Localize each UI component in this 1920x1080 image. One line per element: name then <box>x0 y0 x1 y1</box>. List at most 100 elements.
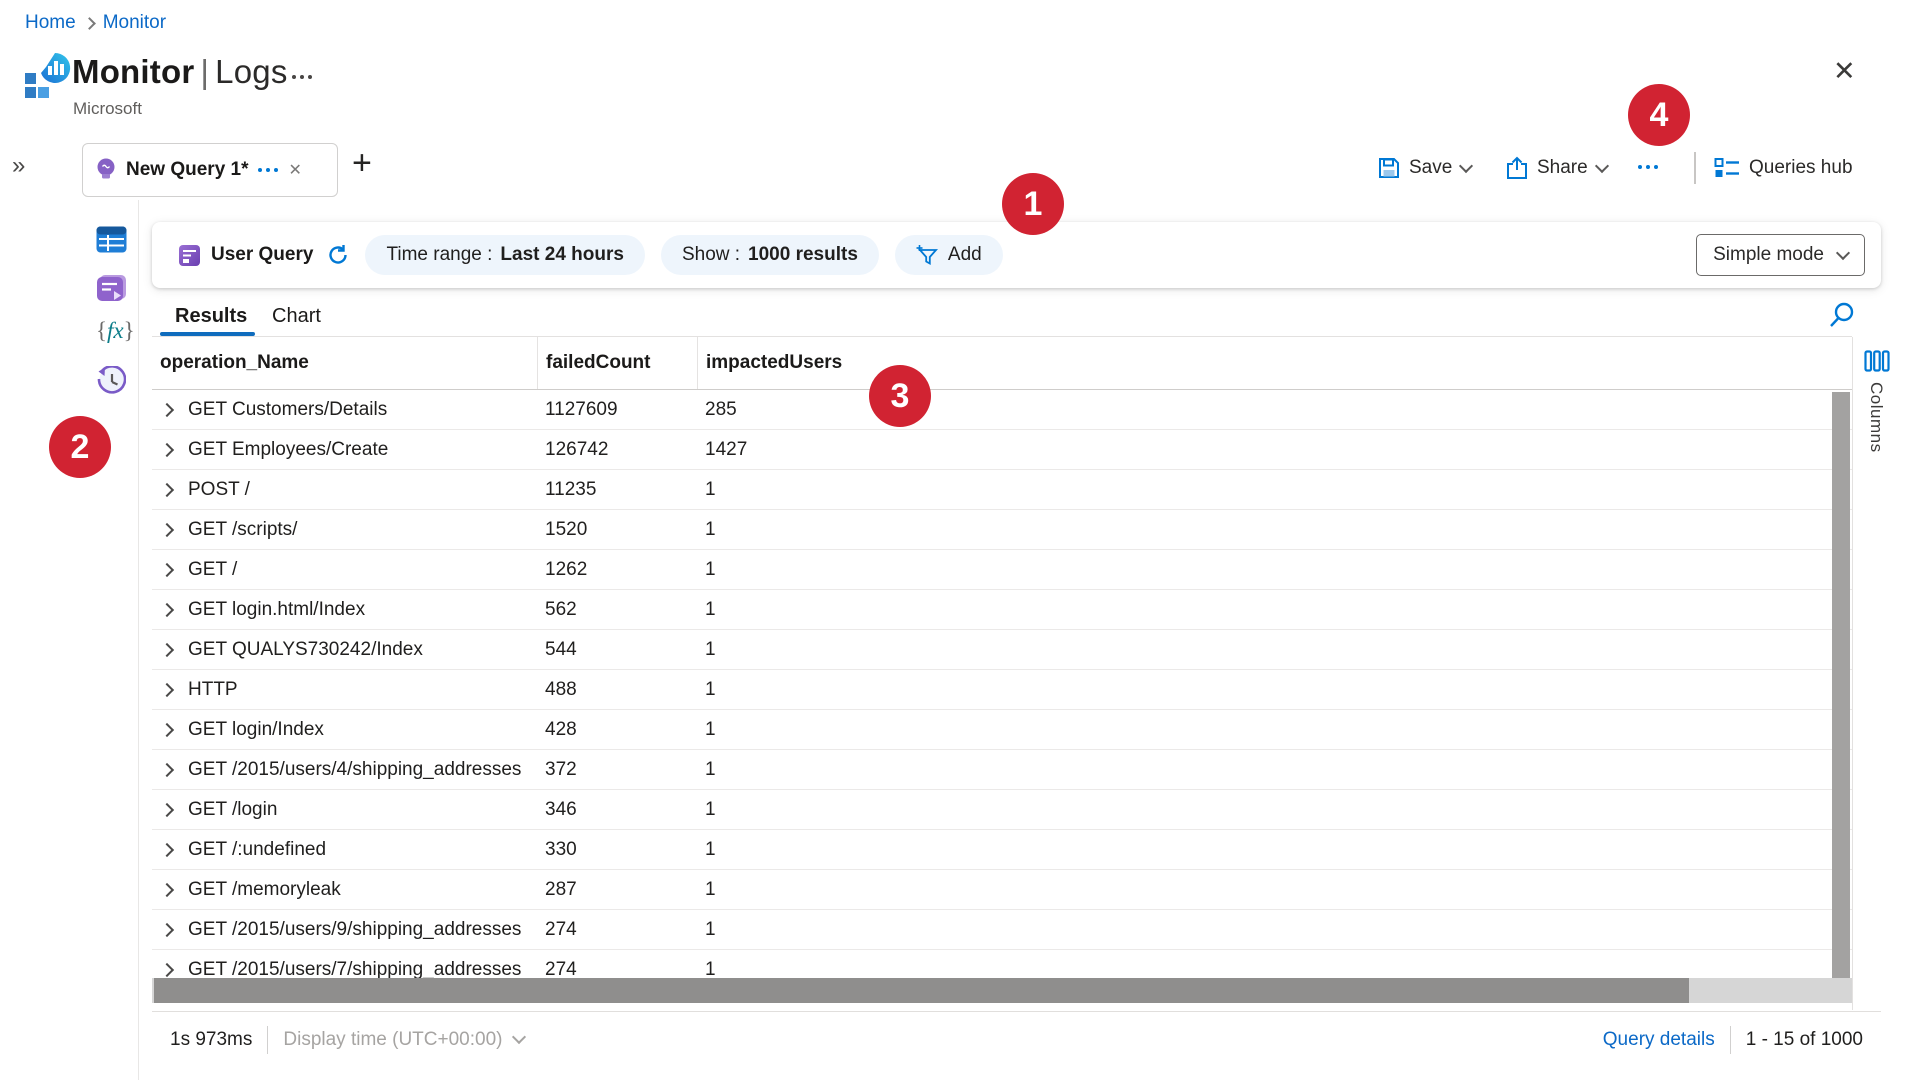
horizontal-scrollbar-thumb[interactable] <box>154 978 1689 1003</box>
add-filter-pill[interactable]: Add <box>895 235 1003 275</box>
cell-operation-name: GET Employees/Create <box>188 439 388 461</box>
tables-icon <box>96 226 127 253</box>
sidebar-item-query-history[interactable] <box>96 366 126 401</box>
table-row[interactable]: HTTP 488 1 <box>152 670 1852 710</box>
column-header-failedcount[interactable]: failedCount <box>537 337 697 389</box>
row-expand-chevron-icon[interactable] <box>160 962 174 976</box>
page-more-icon[interactable] <box>292 75 312 79</box>
column-header-impactedusers[interactable]: impactedUsers <box>697 337 1852 389</box>
row-expand-chevron-icon[interactable] <box>160 922 174 936</box>
table-row[interactable]: GET Customers/Details 1127609 285 <box>152 390 1852 430</box>
close-blade-icon[interactable]: ✕ <box>1833 58 1856 85</box>
toolbar-more-icon[interactable] <box>1638 165 1658 169</box>
sidebar-item-functions[interactable] <box>96 318 135 344</box>
save-chevron-down-icon <box>1459 158 1473 172</box>
table-row[interactable]: GET /2015/users/4/shipping_addresses 372… <box>152 750 1852 790</box>
query-tab-label: New Query 1* <box>126 159 249 181</box>
history-clock-icon <box>96 366 126 396</box>
tab-chart[interactable]: Chart <box>272 305 321 328</box>
collapse-panel-icon[interactable]: » <box>12 152 25 180</box>
cell-impacted-users: 1427 <box>697 439 1852 461</box>
annotation-badge-2: 2 <box>49 416 111 478</box>
cell-operation-name: GET /2015/users/9/shipping_addresses <box>188 919 521 941</box>
row-expand-chevron-icon[interactable] <box>160 602 174 616</box>
queries-hub-label: Queries hub <box>1749 157 1853 179</box>
sidebar-item-tables[interactable] <box>96 226 127 258</box>
search-icon[interactable] <box>1828 301 1856 334</box>
toolbar-divider <box>1694 152 1696 184</box>
table-row[interactable]: GET /login 346 1 <box>152 790 1852 830</box>
row-expand-chevron-icon[interactable] <box>160 442 174 456</box>
cell-operation-name: GET /login <box>188 799 277 821</box>
tab-results[interactable]: Results <box>175 305 247 328</box>
monitor-logs-page: Home Monitor Monitor|Logs Microsoft ✕ » … <box>0 0 1920 1080</box>
time-range-pill[interactable]: Time range : Last 24 hours <box>365 235 645 275</box>
table-row[interactable]: GET QUALYS730242/Index 544 1 <box>152 630 1852 670</box>
table-row[interactable]: GET /scripts/ 1520 1 <box>152 510 1852 550</box>
page-title-secondary: Logs <box>215 53 287 90</box>
cell-impacted-users: 1 <box>697 879 1852 901</box>
row-expand-chevron-icon[interactable] <box>160 762 174 776</box>
row-expand-chevron-icon[interactable] <box>160 482 174 496</box>
queries-hub-button[interactable]: Queries hub <box>1714 148 1853 188</box>
row-expand-chevron-icon[interactable] <box>160 402 174 416</box>
breadcrumb-monitor[interactable]: Monitor <box>103 12 166 34</box>
table-row[interactable]: POST / 11235 1 <box>152 470 1852 510</box>
row-expand-chevron-icon[interactable] <box>160 682 174 696</box>
time-range-label: Time range : <box>386 244 492 266</box>
vertical-scrollbar-thumb[interactable] <box>1832 392 1850 978</box>
row-expand-chevron-icon[interactable] <box>160 802 174 816</box>
row-expand-chevron-icon[interactable] <box>160 522 174 536</box>
columns-pane-toggle[interactable]: Columns <box>1866 382 1886 453</box>
page-title-primary: Monitor <box>72 53 194 90</box>
functions-icon <box>107 318 124 343</box>
table-row[interactable]: GET / 1262 1 <box>152 550 1852 590</box>
table-row[interactable]: GET /:undefined 330 1 <box>152 830 1852 870</box>
query-tab[interactable]: New Query 1* ✕ <box>82 143 338 197</box>
table-row[interactable]: GET /2015/users/9/shipping_addresses 274… <box>152 910 1852 950</box>
cell-operation-name: GET /:undefined <box>188 839 326 861</box>
save-button[interactable]: Save <box>1378 148 1471 188</box>
share-label: Share <box>1537 157 1588 179</box>
table-row[interactable]: GET login/Index 428 1 <box>152 710 1852 750</box>
row-expand-chevron-icon[interactable] <box>160 642 174 656</box>
row-expand-chevron-icon[interactable] <box>160 562 174 576</box>
cell-failed-count: 287 <box>537 879 697 901</box>
new-tab-button[interactable]: + <box>352 146 372 180</box>
row-expand-chevron-icon[interactable] <box>160 842 174 856</box>
show-value: 1000 results <box>748 244 858 266</box>
table-row[interactable]: GET login.html/Index 562 1 <box>152 590 1852 630</box>
refresh-icon[interactable] <box>327 244 349 266</box>
query-details-link[interactable]: Query details <box>1603 1029 1715 1051</box>
show-results-pill[interactable]: Show : 1000 results <box>661 235 879 275</box>
cell-impacted-users: 1 <box>697 559 1852 581</box>
table-row[interactable]: GET /memoryleak 287 1 <box>152 870 1852 910</box>
row-expand-chevron-icon[interactable] <box>160 882 174 896</box>
share-button[interactable]: Share <box>1506 148 1607 188</box>
mode-select[interactable]: Simple mode <box>1696 234 1865 276</box>
horizontal-scrollbar[interactable] <box>152 978 1852 1003</box>
vertical-scrollbar[interactable] <box>1832 392 1850 978</box>
queries-icon <box>96 274 127 303</box>
cell-operation-name: HTTP <box>188 679 238 701</box>
tab-results-underline <box>160 332 255 336</box>
cell-impacted-users: 1 <box>697 839 1852 861</box>
results-table-header: operation_Name failedCount impactedUsers <box>152 337 1852 390</box>
status-bar: 1s 973ms Display time (UTC+00:00) Query … <box>152 1011 1881 1067</box>
column-header-operation[interactable]: operation_Name <box>152 337 537 389</box>
save-icon <box>1378 157 1400 179</box>
cell-failed-count: 330 <box>537 839 697 861</box>
columns-icon[interactable] <box>1864 350 1890 377</box>
row-expand-chevron-icon[interactable] <box>160 722 174 736</box>
table-row[interactable]: GET /2015/users/7/shipping_addresses 274… <box>152 950 1852 978</box>
cell-failed-count: 346 <box>537 799 697 821</box>
cell-operation-name: GET /2015/users/7/shipping_addresses <box>188 959 521 979</box>
display-time-select[interactable]: Display time (UTC+00:00) <box>283 1029 524 1051</box>
cell-operation-name: GET / <box>188 559 237 581</box>
query-tab-close-icon[interactable]: ✕ <box>289 160 302 180</box>
annotation-badge-4: 4 <box>1628 84 1690 146</box>
query-tab-more-icon[interactable] <box>258 168 278 172</box>
breadcrumb-home[interactable]: Home <box>25 12 76 34</box>
table-row[interactable]: GET Employees/Create 126742 1427 <box>152 430 1852 470</box>
sidebar-item-queries[interactable] <box>96 274 127 308</box>
